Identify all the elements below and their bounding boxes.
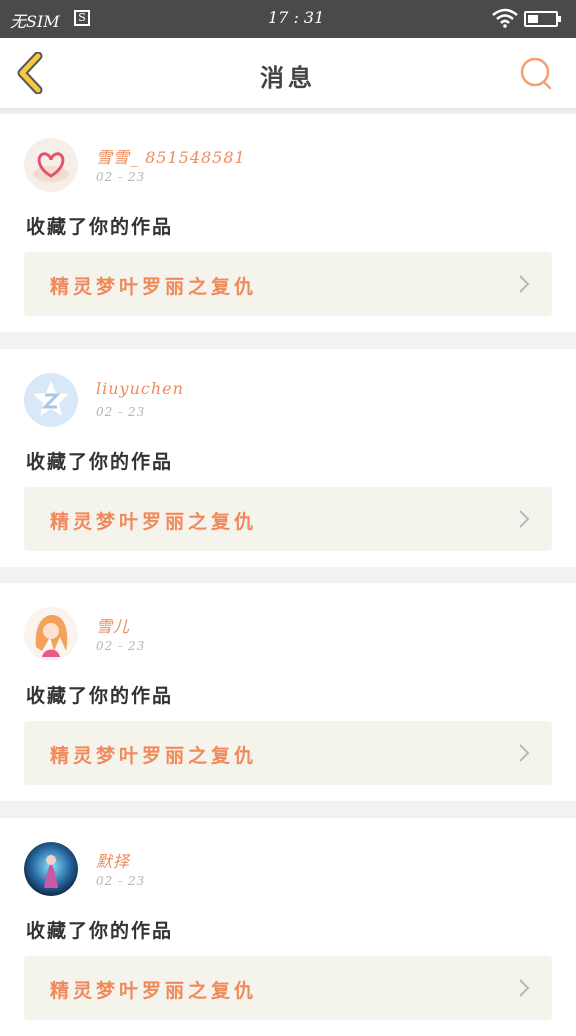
action-text: 收藏了你的作品 [26,920,174,942]
message-card: liuyuchen 02 - 23 收藏了你的作品 精灵梦叶罗丽之复仇 [0,349,576,567]
message-card: 默择 02 - 23 收藏了你的作品 精灵梦叶罗丽之复仇 [0,818,576,1036]
clock: 17 : 31 [268,8,325,27]
chevron-right-icon [519,275,530,293]
avatar[interactable] [24,138,78,192]
username[interactable]: 雪儿 [96,613,130,637]
chevron-right-icon [519,510,530,528]
chevron-right-icon [519,979,530,997]
work-link[interactable]: 精灵梦叶罗丽之复仇 [24,956,552,1020]
action-text: 收藏了你的作品 [26,451,174,473]
avatar[interactable] [24,842,78,896]
page-title: 消息 [260,64,316,92]
work-link[interactable]: 精灵梦叶罗丽之复仇 [24,252,552,316]
search-button[interactable] [518,56,554,92]
work-title: 精灵梦叶罗丽之复仇 [50,745,258,767]
message-card: 雪雪_ 851548581 02 - 23 收藏了你的作品 精灵梦叶罗丽之复仇 [0,114,576,332]
wifi-icon [492,8,518,32]
username[interactable]: liuyuchen [96,379,184,398]
work-title: 精灵梦叶罗丽之复仇 [50,980,258,1002]
action-text: 收藏了你的作品 [26,216,174,238]
message-date: 02 - 23 [96,405,146,419]
carrier-label: 无SIM [10,12,60,31]
avatar[interactable] [24,373,78,427]
username[interactable]: 默择 [96,848,130,872]
search-icon [520,57,552,90]
username[interactable]: 雪雪_ 851548581 [96,144,246,168]
work-link[interactable]: 精灵梦叶罗丽之复仇 [24,721,552,785]
message-date: 02 - 23 [96,639,146,653]
sim-badge: S [74,10,90,26]
message-date: 02 - 23 [96,874,146,888]
work-title: 精灵梦叶罗丽之复仇 [50,511,258,533]
app-header: 消息 [0,38,576,109]
status-bar: 无SIM S 17 : 31 [0,0,576,38]
work-title: 精灵梦叶罗丽之复仇 [50,276,258,298]
work-link[interactable]: 精灵梦叶罗丽之复仇 [24,487,552,551]
message-card: 雪儿 02 - 23 收藏了你的作品 精灵梦叶罗丽之复仇 [0,583,576,801]
action-text: 收藏了你的作品 [26,685,174,707]
chevron-right-icon [519,744,530,762]
battery-icon [524,11,561,27]
message-date: 02 - 23 [96,170,146,184]
avatar[interactable] [24,607,78,661]
